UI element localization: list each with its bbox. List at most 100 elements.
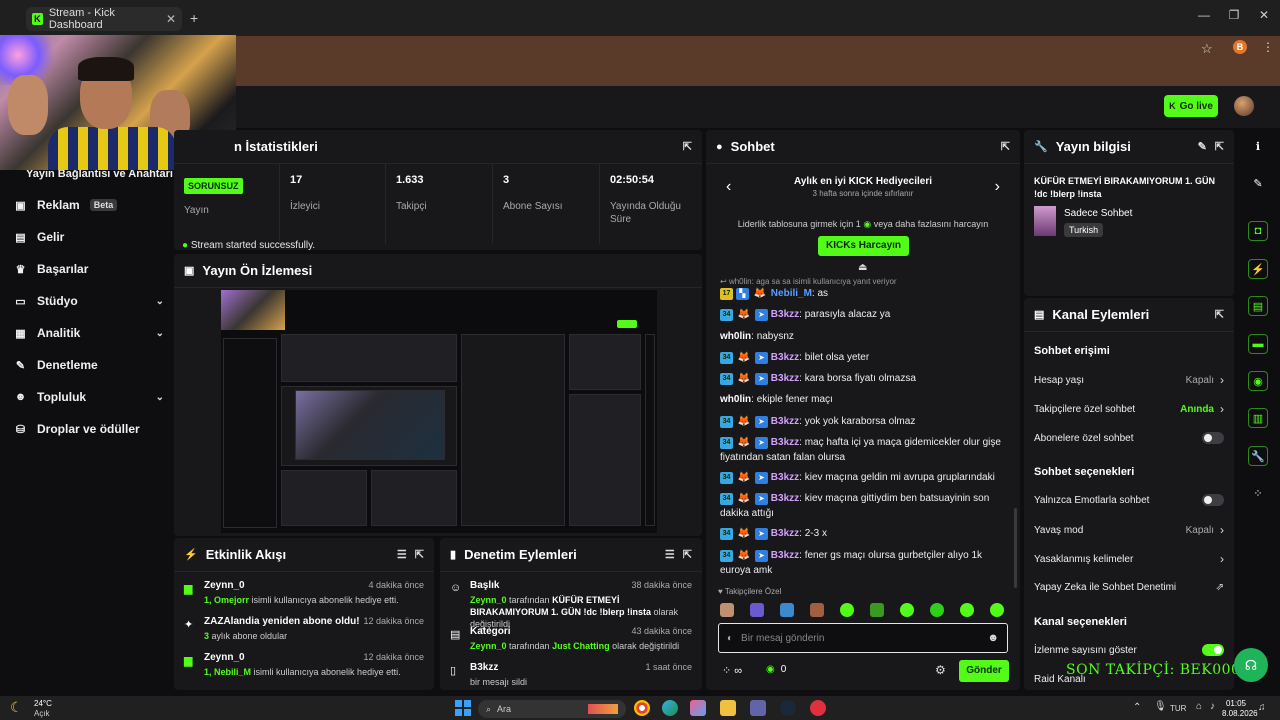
gift-icon: ▆ (184, 583, 193, 595)
steam-icon[interactable] (780, 700, 796, 716)
teams-icon[interactable] (750, 700, 766, 716)
subscribers-only-toggle[interactable] (1202, 432, 1224, 444)
copilot-icon[interactable] (690, 700, 706, 716)
success-message: ● Stream started successfully. (182, 240, 316, 250)
emoji-icon[interactable]: ☻ (987, 632, 999, 644)
show-viewers-toggle[interactable] (1202, 644, 1224, 656)
emote-icon[interactable] (990, 603, 1004, 617)
notification-bell-icon[interactable]: ♫ (1258, 702, 1266, 713)
sidebar-item-achievements[interactable]: ♛ Başarılar (14, 262, 164, 276)
chat-options-icon[interactable]: ⁘ ∞ (722, 664, 742, 677)
search-highlight-icon (588, 704, 618, 714)
browser-menu-icon[interactable]: ⋮ (1262, 40, 1274, 54)
camera-icon[interactable]: ◘ (1248, 221, 1268, 241)
support-chat-icon[interactable]: ☊ (1234, 648, 1268, 682)
popout-icon[interactable]: ⇱ (683, 140, 692, 153)
filter-icon[interactable]: ☰ (397, 548, 407, 561)
chat-scrollbar[interactable] (1014, 508, 1017, 588)
emote-icon[interactable] (900, 603, 914, 617)
stream-preview-image[interactable] (221, 290, 657, 533)
taskbar-clock[interactable]: 01:05 8.08.2026 (1222, 699, 1258, 719)
setting-banned-words[interactable]: Yasaklanmış kelimeler › (1034, 552, 1224, 566)
chat-input[interactable]: ◐ Bir mesaj gönderin ☻ (718, 623, 1008, 653)
popout-icon[interactable]: ⇱ (415, 548, 424, 561)
user-avatar[interactable] (1234, 96, 1254, 116)
layout-icon[interactable]: ▥ (1248, 408, 1268, 428)
info-icon[interactable]: ℹ (1248, 136, 1268, 156)
popout-icon[interactable]: ⇱ (683, 548, 692, 561)
network-icon[interactable]: ⌂ (1196, 701, 1202, 712)
sidebar-item-revenue[interactable]: ▤ Gelir (14, 230, 164, 244)
minimize-button[interactable]: — (1194, 8, 1214, 22)
edge-icon[interactable] (662, 700, 678, 716)
setting-subscribers-only[interactable]: Abonelere özel sohbet (1034, 432, 1224, 444)
document-icon[interactable]: ▤ (1248, 296, 1268, 316)
apps-icon[interactable]: ⁘ (1248, 483, 1268, 503)
setting-show-viewers[interactable]: İzlenme sayısını göster (1034, 644, 1224, 656)
popout-icon[interactable]: ⇱ (1215, 140, 1224, 153)
emote-icon[interactable] (750, 603, 764, 617)
emote-icon[interactable] (930, 603, 944, 617)
keyboard-language[interactable]: TUR (1170, 704, 1186, 713)
moderator-badge-icon: ➤ (755, 549, 769, 562)
sidebar-item-analytics[interactable]: ▦ Analitik ⌄ (14, 326, 164, 340)
edit-icon[interactable]: ✎ (1248, 173, 1268, 193)
profile-icon[interactable]: B (1233, 40, 1247, 54)
gavel-icon: ▮ (450, 549, 457, 561)
volume-icon[interactable]: ♪ (1210, 701, 1215, 712)
wrench-icon[interactable]: 🔧 (1248, 446, 1268, 466)
popout-icon[interactable]: ⇱ (1215, 308, 1224, 321)
sidebar-item-ads[interactable]: ▣ Reklam Beta (14, 198, 164, 212)
tray-chevron-icon[interactable]: ⌃ (1133, 702, 1141, 713)
emote-icon[interactable] (720, 603, 734, 617)
emote-icon[interactable] (960, 603, 974, 617)
setting-account-age[interactable]: Hesap yaşı Kapalı › (1034, 373, 1224, 387)
tab-close-icon[interactable]: ✕ (166, 12, 176, 26)
weather-widget[interactable]: 24°C Açık (34, 699, 52, 719)
popout-icon[interactable]: ⇱ (1001, 140, 1010, 153)
spend-kicks-button[interactable]: KICKs Harcayın (818, 236, 909, 256)
filter-icon[interactable]: ☰ (665, 548, 675, 561)
setting-followers-only[interactable]: Takipçilere özel sohbet Anında › (1034, 402, 1224, 416)
microphone-icon[interactable]: 🎙 (1154, 701, 1167, 712)
setting-slow-mode[interactable]: Yavaş mod Kapalı › (1034, 523, 1224, 537)
emote-icon[interactable] (810, 603, 824, 617)
kick-points[interactable]: ◉ 0 (766, 664, 786, 675)
emote-only-toggle[interactable] (1202, 494, 1224, 506)
sidebar-item-label: Stüdyo (37, 294, 78, 308)
collapse-icon[interactable]: ⏏ (858, 262, 867, 273)
broadcast-icon[interactable]: ◉ (1248, 371, 1268, 391)
sidebar-item-drops[interactable]: ⛁ Droplar ve ödüller (14, 422, 164, 436)
studio-icon: ▭ (15, 295, 26, 308)
app-icon[interactable] (810, 700, 826, 716)
taskbar-search[interactable]: ⌕ Ara (478, 700, 626, 718)
chrome-icon[interactable] (634, 700, 650, 716)
lightning-icon[interactable]: ⚡ (1248, 259, 1268, 279)
sidebar-item-community[interactable]: ☻ Topluluk ⌄ (14, 390, 164, 404)
file-explorer-icon[interactable] (720, 700, 736, 716)
edit-icon[interactable]: ✎ (1198, 140, 1207, 153)
go-live-button[interactable]: K Go live (1164, 95, 1218, 117)
send-button[interactable]: Gönder (959, 660, 1009, 682)
windows-start-icon[interactable] (455, 700, 471, 716)
browser-tab[interactable]: K Stream - Kick Dashboard ✕ (26, 7, 182, 31)
new-tab-button[interactable]: + (190, 10, 198, 26)
moderation-header: ▮ Denetim Eylemleri ☰ ⇱ (440, 538, 702, 572)
bookmark-star-icon[interactable]: ☆ (1201, 41, 1213, 57)
window-close-button[interactable]: ✕ (1254, 8, 1274, 22)
setting-ai-moderation[interactable]: Yapay Zeka ile Sohbet Denetimi ⇗ (1034, 582, 1224, 593)
chat-bubble-icon[interactable]: ▬ (1248, 334, 1268, 354)
setting-emote-only[interactable]: Yalnızca Emotlarla sohbet (1034, 494, 1224, 506)
emote-icon[interactable] (840, 603, 854, 617)
sidebar-item-label: Reklam (37, 198, 80, 212)
emote-icon[interactable] (870, 603, 884, 617)
sidebar-item-studio[interactable]: ▭ Stüdyo ⌄ (14, 294, 164, 308)
fox-badge-icon: 🦊 (737, 472, 751, 483)
emote-icon[interactable] (780, 603, 794, 617)
analytics-icon: ▦ (15, 327, 26, 340)
preview-title: Yayın Ön İzlemesi (202, 263, 313, 278)
settings-gear-icon[interactable]: ⚙ (935, 663, 946, 677)
maximize-button[interactable]: ❐ (1224, 8, 1244, 22)
category-name[interactable]: Sadece Sohbet (1064, 208, 1132, 219)
sidebar-item-moderation[interactable]: ✎ Denetleme (14, 358, 164, 372)
